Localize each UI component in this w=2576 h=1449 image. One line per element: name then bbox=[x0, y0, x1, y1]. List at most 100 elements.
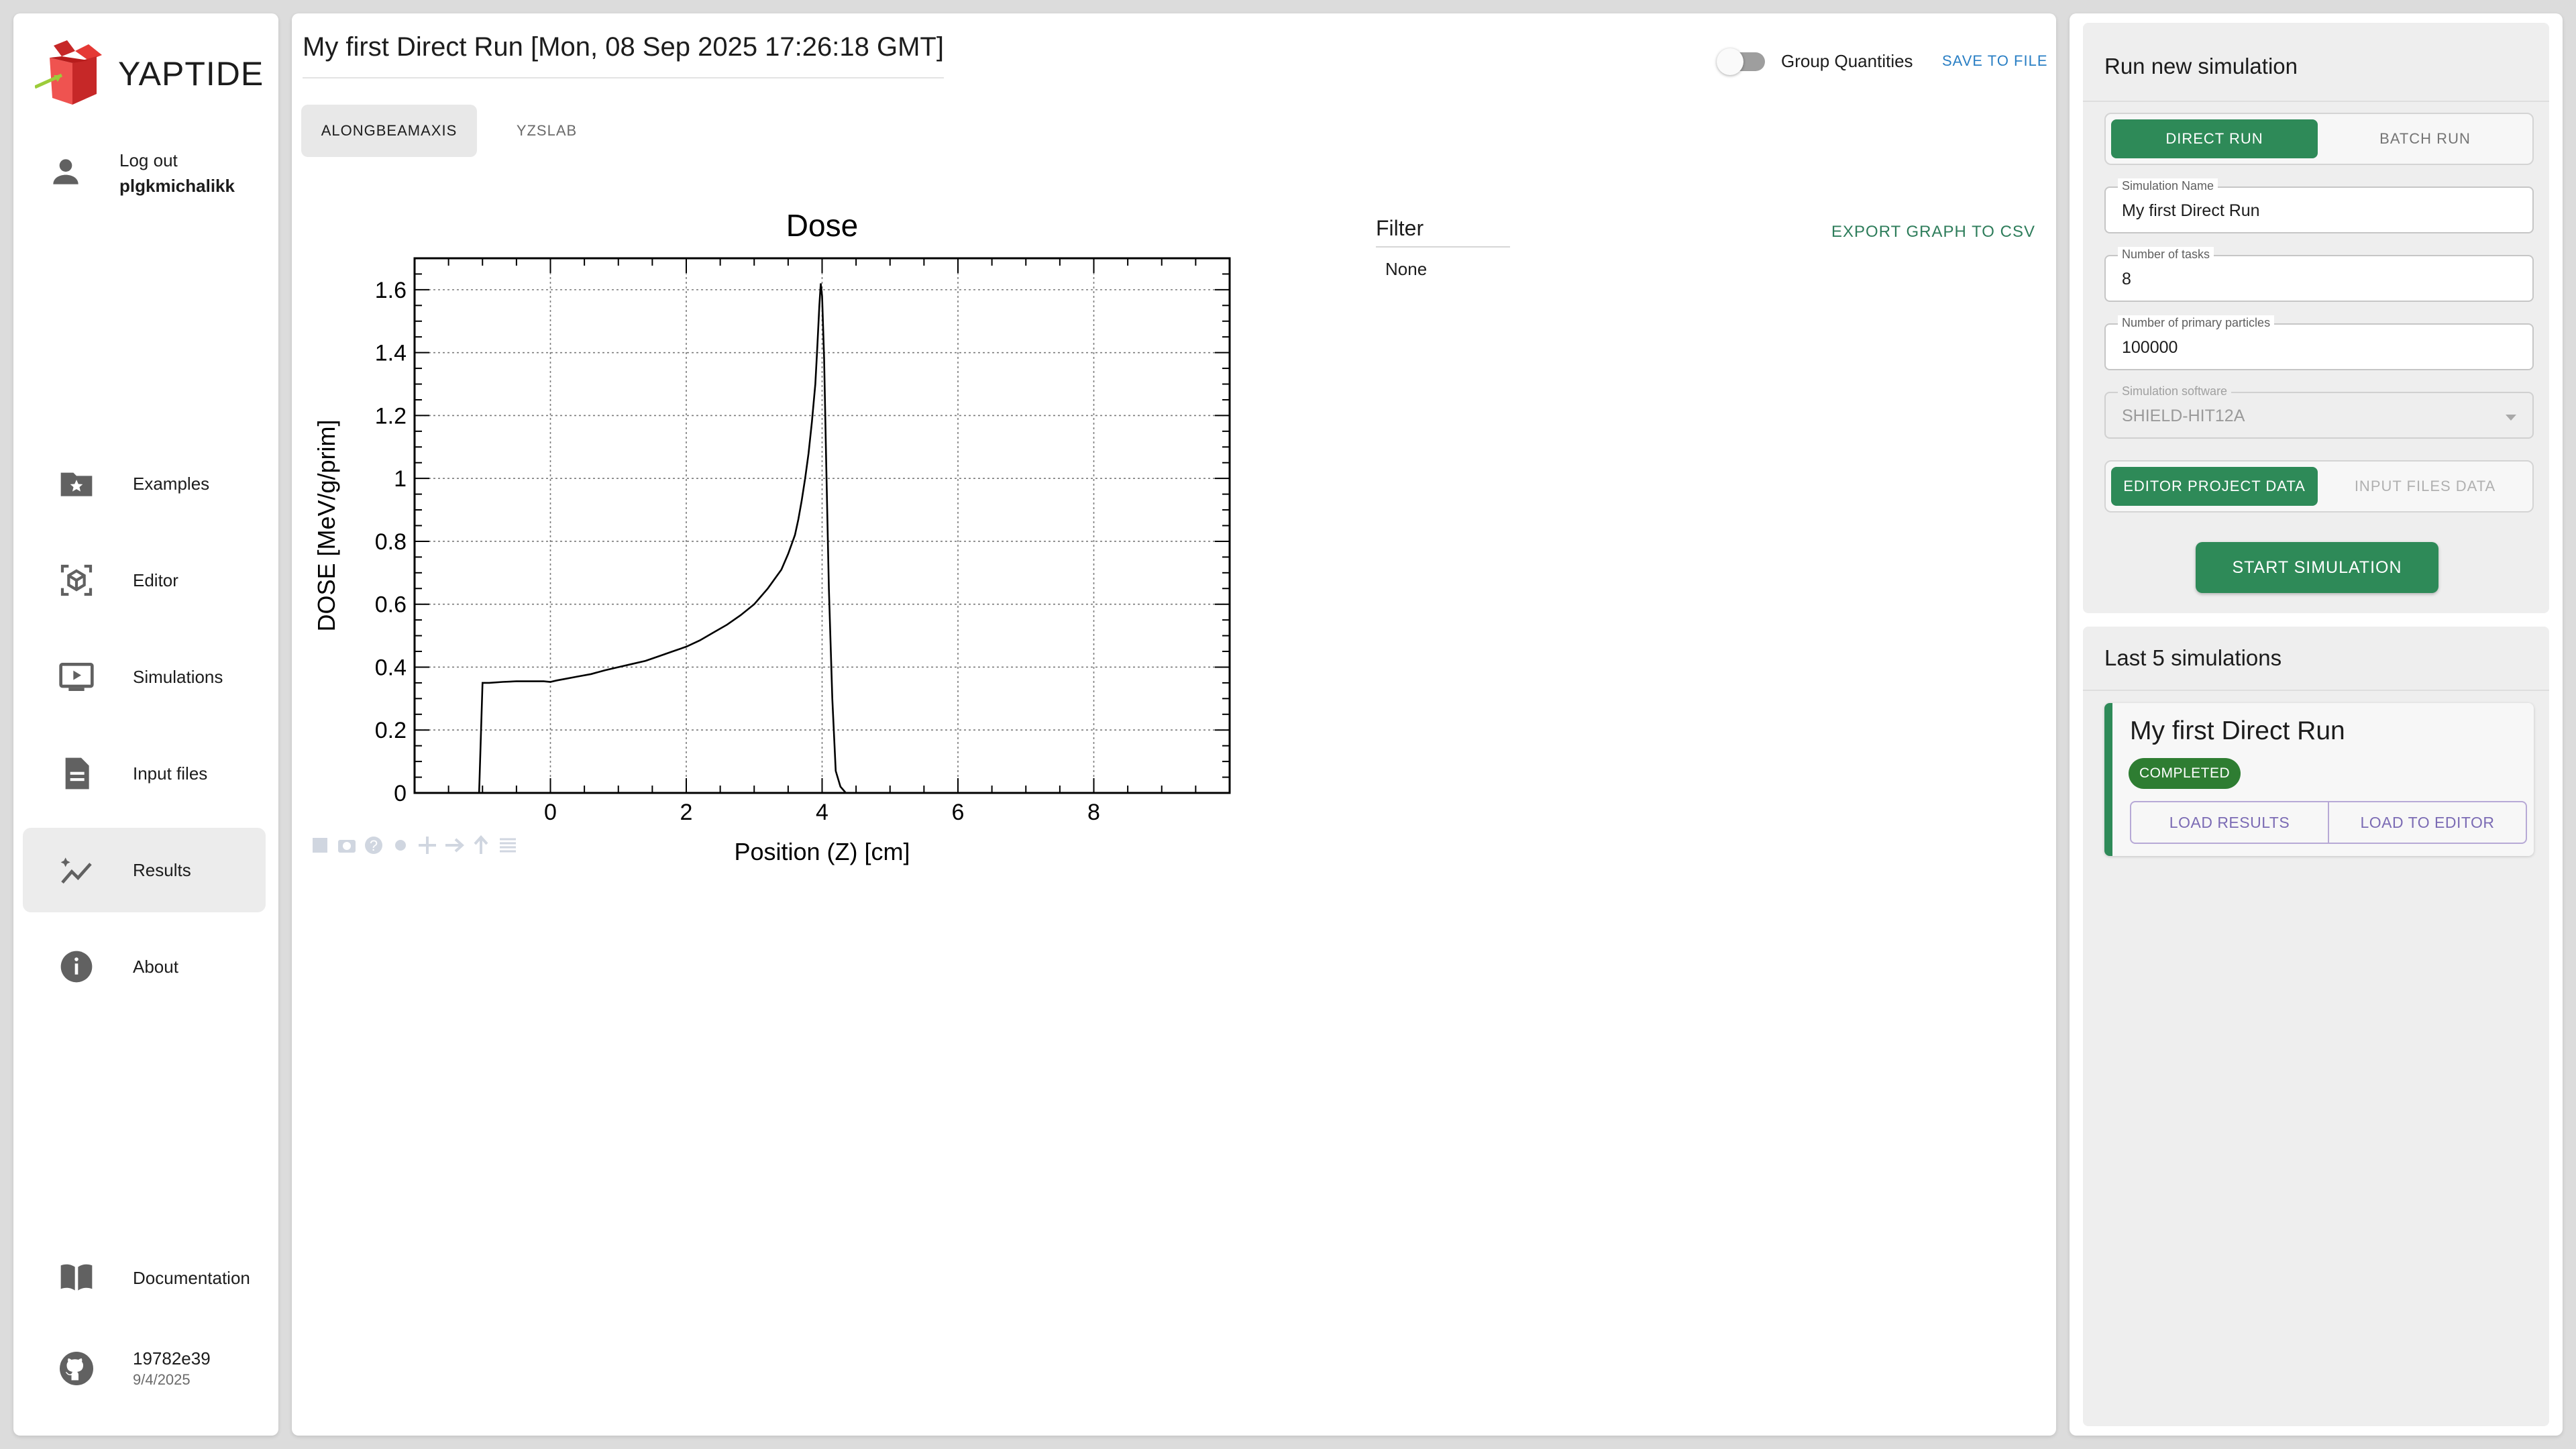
field-label: Simulation Name bbox=[2118, 178, 2218, 193]
box-select-icon[interactable] bbox=[313, 838, 327, 853]
simulation-name: My first Direct Run bbox=[2130, 716, 2345, 745]
data-source-selector[interactable]: EDITOR PROJECT DATA INPUT FILES DATA bbox=[2104, 460, 2534, 513]
y-tick-label: 0.2 bbox=[375, 718, 407, 743]
info-icon bbox=[56, 947, 97, 987]
sidebar-item-editor[interactable]: Editor bbox=[23, 538, 266, 623]
field-value: 100000 bbox=[2122, 338, 2178, 357]
sidebar-item-label: Examples bbox=[133, 473, 210, 494]
sidebar-item-simulations[interactable]: Simulations bbox=[23, 635, 266, 719]
export-csv-button[interactable]: EXPORT GRAPH TO CSV bbox=[1831, 223, 2035, 241]
save-to-file-button[interactable]: SAVE TO FILE bbox=[1942, 52, 2048, 70]
last-simulations-card: Last 5 simulations My first Direct Run C… bbox=[2083, 627, 2549, 1426]
sidebar-item-about[interactable]: About bbox=[23, 924, 266, 1009]
yaptide-logo-icon bbox=[34, 40, 109, 107]
camera-icon[interactable] bbox=[338, 840, 356, 853]
lines-icon[interactable] bbox=[500, 838, 516, 853]
x-axis-label: Position (Z) [cm] bbox=[734, 838, 910, 865]
field-value: My first Direct Run bbox=[2122, 201, 2260, 220]
direct-run-button[interactable]: DIRECT RUN bbox=[2111, 119, 2318, 158]
right-column: Run new simulation DIRECT RUN BATCH RUN … bbox=[2070, 13, 2563, 1436]
y-tick-label: 1.2 bbox=[375, 403, 407, 429]
filter-value[interactable]: None bbox=[1385, 259, 1427, 280]
dose-series-line bbox=[478, 283, 853, 794]
toggle-thumb bbox=[1717, 48, 1743, 75]
field-value: 8 bbox=[2122, 270, 2131, 288]
app-logo[interactable]: YAPTIDE bbox=[34, 40, 264, 107]
toggle-switch[interactable] bbox=[1717, 48, 1765, 75]
folder-star-icon bbox=[56, 464, 97, 504]
arrow-right-icon[interactable] bbox=[445, 838, 464, 853]
results-panel: My first Direct Run [Mon, 08 Sep 2025 17… bbox=[292, 13, 2056, 1436]
version-hash: 19782e39 bbox=[133, 1348, 211, 1368]
sidebar-item-label: Simulations bbox=[133, 666, 223, 687]
field-label: Number of tasks bbox=[2118, 247, 2214, 262]
github-icon bbox=[60, 1352, 93, 1385]
sidebar-item-label: About bbox=[133, 956, 178, 977]
number-of-tasks-field[interactable]: Number of tasks 8 bbox=[2104, 247, 2534, 302]
version-date: 9/4/2025 bbox=[133, 1371, 191, 1388]
sidebar-item-label: Documentation bbox=[133, 1267, 250, 1288]
help-icon[interactable]: ? bbox=[365, 837, 382, 854]
x-tick-label: 6 bbox=[952, 800, 965, 825]
last-sims-title: Last 5 simulations bbox=[2104, 645, 2282, 670]
start-simulation-button[interactable]: START SIMULATION bbox=[2196, 542, 2438, 593]
editor-project-data-button[interactable]: EDITOR PROJECT DATA bbox=[2111, 467, 2318, 506]
logout-label: Log out bbox=[119, 150, 178, 170]
field-label: Number of primary particles bbox=[2118, 315, 2275, 330]
sidebar-item-examples[interactable]: Examples bbox=[23, 441, 266, 526]
y-tick-label: 1.6 bbox=[375, 278, 407, 303]
simulation-actions: LOAD RESULTS LOAD TO EDITOR bbox=[2130, 801, 2527, 844]
y-tick-label: 0 bbox=[394, 781, 407, 806]
simulation-name-field[interactable]: Simulation Name My first Direct Run bbox=[2104, 178, 2534, 233]
chevron-down-icon bbox=[2506, 415, 2516, 421]
y-tick-label: 1 bbox=[394, 466, 407, 492]
sidebar-item-input-files[interactable]: Input files bbox=[23, 731, 266, 816]
simulation-item[interactable]: My first Direct Run COMPLETED LOAD RESUL… bbox=[2104, 703, 2534, 856]
primary-particles-field[interactable]: Number of primary particles 100000 bbox=[2104, 315, 2534, 370]
sidebar-item-label: Results bbox=[133, 859, 191, 880]
run-card-title: Run new simulation bbox=[2104, 54, 2298, 78]
run-new-simulation-card: Run new simulation DIRECT RUN BATCH RUN … bbox=[2083, 23, 2549, 613]
cube-icon bbox=[56, 560, 97, 600]
y-tick-label: 0.6 bbox=[375, 592, 407, 618]
monitor-play-icon bbox=[56, 657, 97, 697]
person-icon bbox=[53, 159, 78, 184]
sidebar-item-label: Editor bbox=[133, 570, 178, 590]
document-icon bbox=[56, 753, 97, 794]
x-tick-label: 2 bbox=[680, 800, 693, 825]
arrow-up-icon[interactable] bbox=[474, 835, 488, 854]
dose-chart[interactable]: 0 2 4 6 8 0 0.2 0.4 0.6 0.8 1 1.2 1.4 1.6 Dose Position… bbox=[292, 13, 1540, 899]
group-quantities-toggle[interactable]: Group Quantities bbox=[1717, 48, 1913, 75]
logout-button[interactable]: Log out plgkmichalikk bbox=[47, 148, 235, 199]
x-tick-label: 4 bbox=[816, 800, 828, 825]
run-mode-selector[interactable]: DIRECT RUN BATCH RUN bbox=[2104, 113, 2534, 165]
field-value: SHIELD-HIT12A bbox=[2122, 407, 2245, 425]
input-files-data-button[interactable]: INPUT FILES DATA bbox=[2322, 467, 2528, 506]
sidebar-item-results[interactable]: Results bbox=[23, 828, 266, 912]
y-axis-label: DOSE [MeV/g/prim] bbox=[313, 419, 340, 631]
x-tick-label: 8 bbox=[1087, 800, 1100, 825]
svg-text:?: ? bbox=[370, 837, 378, 854]
version-info[interactable]: 19782e39 9/4/2025 bbox=[23, 1328, 266, 1409]
username: plgkmichalikk bbox=[119, 176, 235, 196]
field-label: Simulation software bbox=[2118, 384, 2232, 398]
batch-run-button[interactable]: BATCH RUN bbox=[2322, 119, 2528, 158]
divider bbox=[2083, 690, 2549, 691]
dot-icon[interactable] bbox=[395, 840, 406, 851]
plot-toolbar[interactable]: ? bbox=[313, 835, 516, 854]
x-tick-label: 0 bbox=[544, 800, 557, 825]
simulation-software-select: Simulation software SHIELD-HIT12A bbox=[2104, 384, 2534, 439]
auto-graph-icon bbox=[56, 850, 97, 890]
divider bbox=[2083, 101, 2549, 102]
y-tick-label: 0.4 bbox=[375, 655, 407, 680]
sidebar-item-label: Input files bbox=[133, 763, 208, 784]
group-quantities-label: Group Quantities bbox=[1781, 51, 1913, 71]
sidebar-item-documentation[interactable]: Documentation bbox=[23, 1236, 266, 1320]
load-results-button[interactable]: LOAD RESULTS bbox=[2131, 802, 2328, 843]
app-name: YAPTIDE bbox=[118, 55, 264, 93]
y-tick-label: 0.8 bbox=[375, 529, 407, 555]
load-to-editor-button[interactable]: LOAD TO EDITOR bbox=[2328, 802, 2526, 843]
chart-title: Dose bbox=[786, 208, 858, 243]
pan-icon[interactable] bbox=[419, 837, 436, 854]
y-tick-label: 1.4 bbox=[375, 341, 407, 366]
